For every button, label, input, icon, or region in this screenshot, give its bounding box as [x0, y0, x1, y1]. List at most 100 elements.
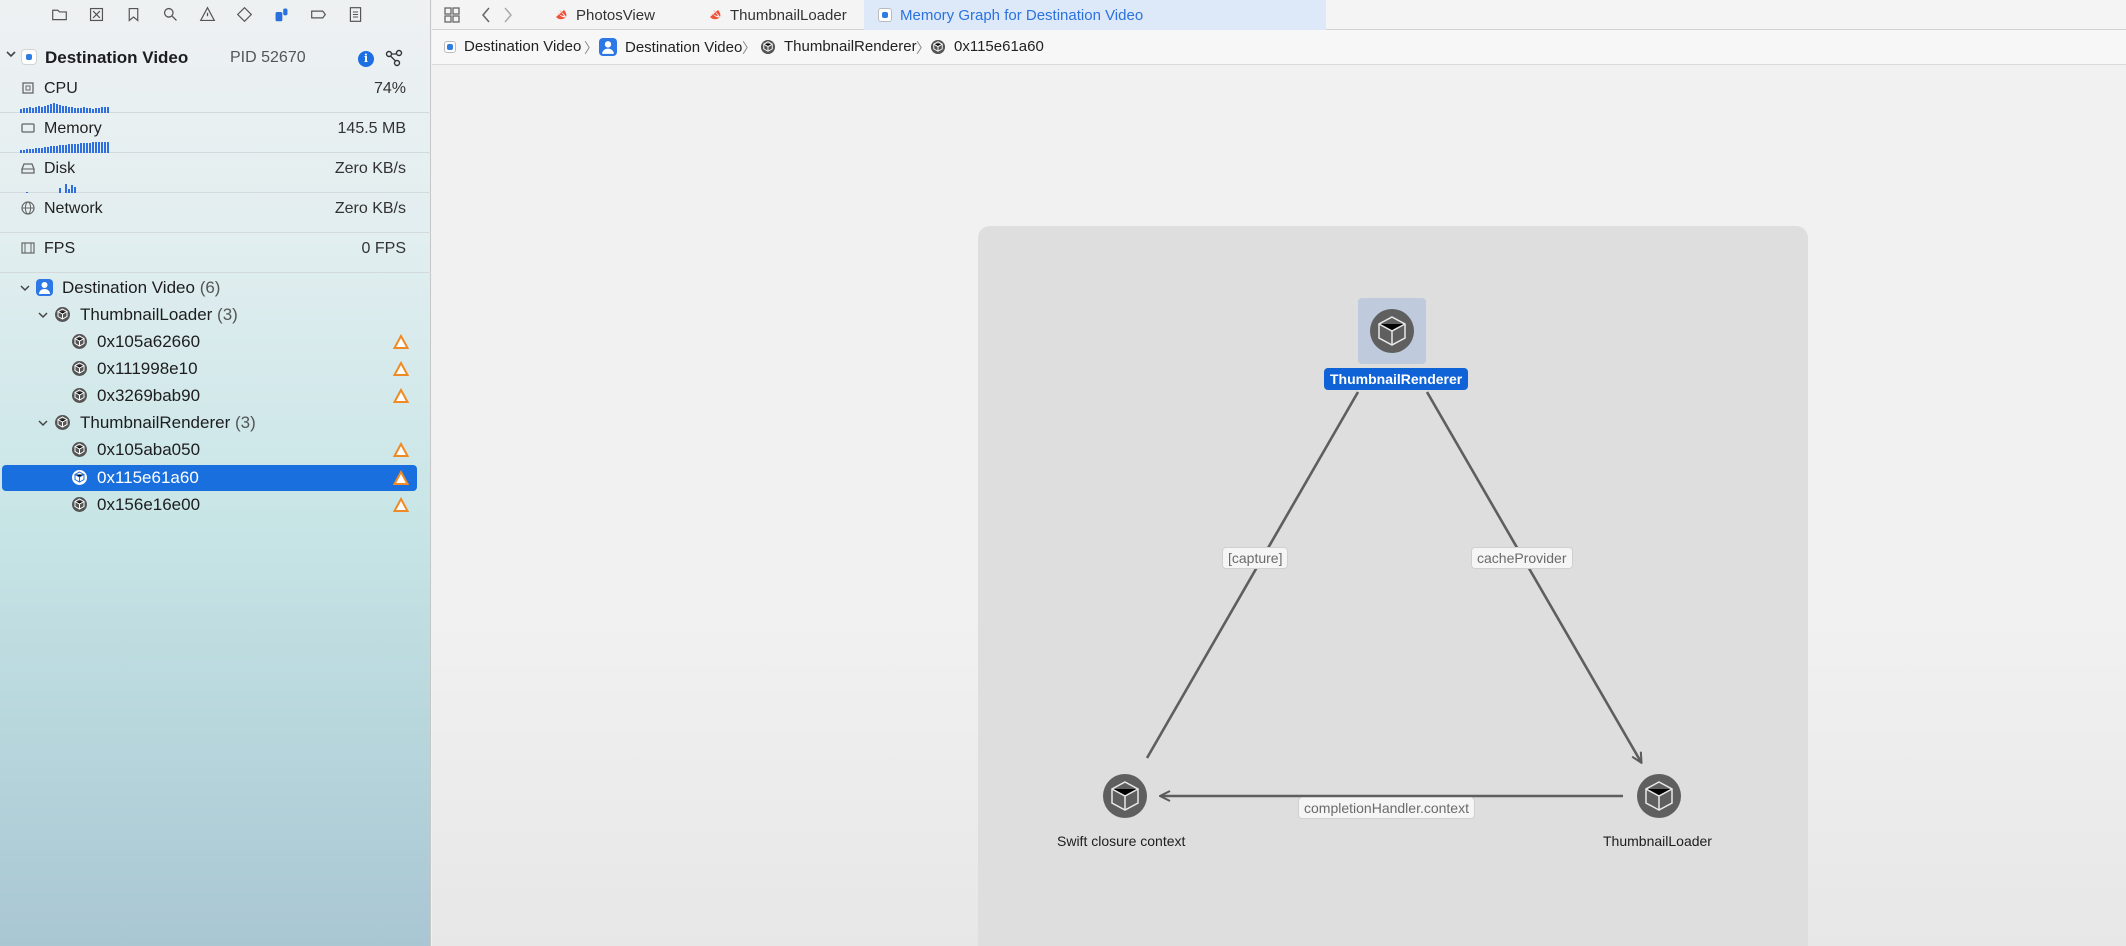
report-icon[interactable]: [346, 5, 365, 24]
class-cube-icon: [55, 415, 70, 430]
tree-item-selected[interactable]: 0x115e61a60: [2, 465, 417, 491]
tree-label: ThumbnailLoader: [80, 305, 213, 324]
sparkline-bar: [59, 105, 61, 113]
sparkline-bar: [50, 146, 52, 153]
chevron-right-icon[interactable]: [498, 5, 518, 25]
tree-item[interactable]: 0x111998e10: [0, 355, 431, 382]
sparkline-bar: [101, 142, 103, 153]
gauge-network[interactable]: Network Zero KB/s: [0, 193, 431, 233]
chevron-left-icon[interactable]: [476, 5, 496, 25]
cpu-icon: [22, 82, 34, 94]
memory-sparkline: [20, 141, 109, 153]
tree-item-label: 0x111998e10: [97, 359, 198, 378]
disk-icon: [21, 163, 35, 174]
edge-label-cacheprovider[interactable]: cacheProvider: [1471, 547, 1573, 569]
tree-item[interactable]: 0x3269bab90: [0, 382, 431, 409]
tree-item[interactable]: 0x105aba050: [0, 436, 431, 463]
warning-icon[interactable]: [393, 442, 409, 458]
gauge-disk[interactable]: Disk Zero KB/s: [0, 153, 431, 193]
tree-group-thumbnailloader[interactable]: ThumbnailLoader (3): [0, 301, 431, 328]
tree-label: ThumbnailRenderer: [80, 413, 231, 432]
info-icon[interactable]: i: [358, 51, 374, 67]
node-label-swift-closure-context[interactable]: Swift closure context: [1057, 833, 1185, 849]
gauge-value: Zero KB/s: [334, 160, 406, 177]
warning-icon[interactable]: [393, 497, 409, 513]
gauge-label: Network: [44, 200, 103, 217]
node-label-thumbnailrenderer[interactable]: ThumbnailRenderer: [1324, 368, 1469, 390]
chevron-down-icon[interactable]: [18, 281, 32, 295]
tree-group-thumbnailrenderer[interactable]: ThumbnailRenderer (3): [0, 409, 431, 436]
app-icon: [21, 49, 37, 65]
sparkline-bar: [98, 142, 100, 153]
chevron-down-icon[interactable]: [36, 416, 50, 430]
sparkline-bar: [68, 144, 70, 153]
tab-photosview[interactable]: PhotosView: [540, 0, 690, 30]
breadcrumb-item[interactable]: Destination Video: [599, 38, 742, 56]
breadcrumb-item[interactable]: 0x115e61a60: [930, 38, 1044, 55]
sparkline-bar: [44, 106, 46, 113]
breadcrumb: Destination Video 〉 Destination Video 〉 …: [432, 30, 2126, 65]
sparkline-bar: [62, 106, 64, 113]
tree-root-process[interactable]: Destination Video (6): [0, 274, 431, 301]
tree-count: (3): [217, 305, 238, 324]
gauge-value: Zero KB/s: [334, 200, 406, 217]
folder-icon[interactable]: [50, 5, 69, 24]
edge-label-completionhandler-context[interactable]: completionHandler.context: [1298, 797, 1475, 819]
tree-item[interactable]: 0x156e16e00: [0, 491, 431, 518]
gauge-label: FPS: [44, 240, 76, 257]
node-bottom-left-cube-icon[interactable]: [1103, 774, 1147, 818]
process-header[interactable]: Destination Video PID 52670 i: [0, 42, 431, 72]
warning-icon[interactable]: [393, 361, 409, 377]
issue-warning-icon[interactable]: [198, 5, 217, 24]
search-icon[interactable]: [161, 5, 180, 24]
breadcrumb-item[interactable]: ThumbnailRenderer: [760, 38, 917, 55]
gauge-label: CPU: [44, 80, 78, 97]
gauge-value: 74%: [373, 80, 406, 97]
debug-spray-icon[interactable]: [272, 5, 291, 24]
memory-graph-icon[interactable]: [384, 48, 404, 68]
warning-icon[interactable]: [393, 470, 409, 486]
node-bottom-right-cube-icon[interactable]: [1637, 774, 1681, 818]
cpu-sparkline: [20, 101, 109, 113]
tree-item-label: 0x105a62660: [97, 332, 201, 351]
instance-cube-icon: [72, 334, 87, 349]
edge-left[interactable]: [1145, 391, 1360, 759]
edge-label-capture[interactable]: [capture]: [1222, 547, 1289, 569]
memory-graph-doc-icon: [878, 8, 892, 22]
breadcrumb-label: Destination Video: [464, 38, 582, 55]
node-top-cube-icon[interactable]: [1370, 309, 1414, 353]
sparkline-bar: [104, 142, 106, 153]
bookmark-icon[interactable]: [124, 5, 143, 24]
breadcrumb-item[interactable]: Destination Video: [444, 38, 581, 55]
graph-panel[interactable]: ThumbnailRenderer Swift closure context …: [978, 226, 1808, 946]
sparkline-bar: [53, 146, 55, 153]
node-label-thumbnailloader[interactable]: ThumbnailLoader: [1603, 833, 1712, 849]
chevron-down-icon[interactable]: [4, 47, 18, 61]
gauge-memory[interactable]: Memory 145.5 MB: [0, 113, 431, 153]
sparkline-bar: [71, 144, 73, 153]
chevron-down-icon[interactable]: [36, 308, 50, 322]
network-globe-icon: [21, 201, 35, 215]
warning-icon[interactable]: [393, 334, 409, 350]
instance-cube-icon: [72, 361, 87, 376]
editor-tab-bar: PhotosView ThumbnailLoader: [432, 0, 2126, 30]
sparkline-bar: [38, 106, 40, 113]
warning-icon[interactable]: [393, 388, 409, 404]
tab-memory-graph[interactable]: Memory Graph for Destination Video: [864, 0, 1176, 30]
sparkline-bar: [92, 142, 94, 153]
tab-thumbnailloader[interactable]: ThumbnailLoader: [694, 0, 890, 30]
gauge-fps[interactable]: FPS 0 FPS: [0, 233, 431, 273]
grid-icon[interactable]: [442, 5, 462, 25]
edge-right[interactable]: [1425, 391, 1641, 762]
gauge-value: 145.5 MB: [337, 120, 406, 137]
tree-item[interactable]: 0x105a62660: [0, 328, 431, 355]
process-pid: PID 52670: [230, 49, 306, 66]
sparkline-bar: [50, 104, 52, 113]
source-control-icon[interactable]: [87, 5, 106, 24]
gauge-cpu[interactable]: CPU 74%: [0, 73, 431, 113]
breakpoint-icon[interactable]: [309, 5, 328, 24]
sparkline-bar: [89, 143, 91, 153]
tree-item-label: 0x156e16e00: [97, 495, 201, 514]
tree-count: (3): [234, 413, 256, 432]
test-diamond-icon[interactable]: [235, 5, 254, 24]
